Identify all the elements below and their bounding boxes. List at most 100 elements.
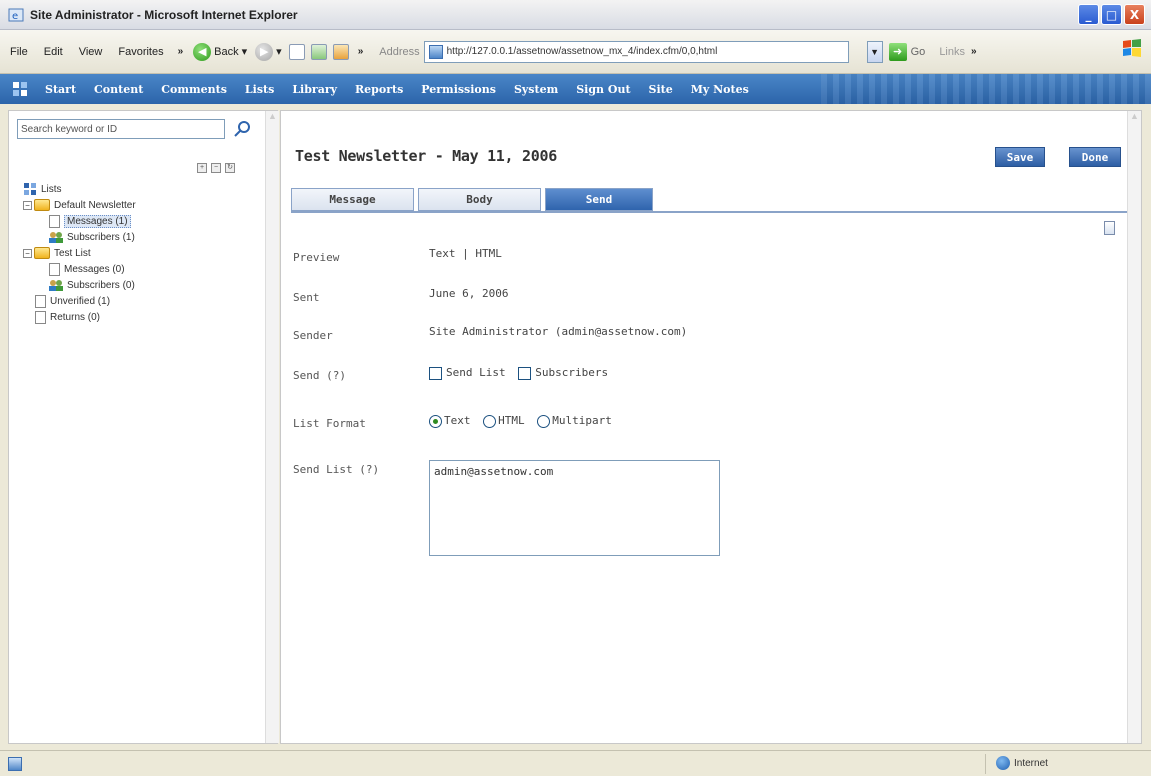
document-icon	[35, 294, 46, 308]
status-bar: Internet	[0, 750, 1151, 776]
forward-dropdown-icon[interactable]: ▾	[276, 45, 282, 58]
nav-reports[interactable]: Reports	[346, 83, 412, 96]
scroll-up-icon[interactable]: ▲	[1128, 111, 1141, 125]
address-field[interactable]: http://127.0.0.1/assetnow/assetnow_mx_4/…	[423, 40, 849, 63]
nav-system[interactable]: System	[505, 83, 567, 96]
sender-label: Sender	[293, 329, 333, 342]
preview-value[interactable]: Text | HTML	[429, 247, 502, 260]
zone-label: Internet	[1014, 757, 1048, 769]
search-input[interactable]	[17, 119, 225, 139]
minimize-button[interactable]: _	[1078, 4, 1099, 25]
tree-label: Subscribers (1)	[67, 231, 135, 243]
page-title: Test Newsletter - May 11, 2006	[295, 147, 557, 165]
nav-lists[interactable]: Lists	[236, 83, 283, 96]
expand-all-icon[interactable]: +	[197, 163, 207, 173]
send-list-checkbox[interactable]	[429, 366, 442, 380]
links-overflow-chevron-icon[interactable]: »	[965, 46, 983, 57]
format-text-radio[interactable]	[429, 414, 442, 428]
format-multipart-option[interactable]: Multipart	[537, 414, 612, 428]
document-icon	[49, 262, 60, 276]
users-icon	[49, 280, 63, 291]
tab-body[interactable]: Body	[418, 188, 541, 211]
format-multipart-radio[interactable]	[537, 414, 551, 428]
nav-pattern	[821, 74, 1151, 104]
assetnow-logo-icon	[13, 82, 27, 96]
tab-send[interactable]: Send	[545, 188, 653, 211]
subscribers-checkbox[interactable]	[518, 366, 532, 380]
collapse-icon[interactable]: −	[23, 200, 32, 210]
scroll-up-icon[interactable]: ▲	[266, 111, 279, 125]
lists-tree: Lists − Default Newsletter Messages (1) …	[23, 181, 136, 325]
nav-library[interactable]: Library	[283, 83, 346, 96]
refresh-icon[interactable]	[310, 43, 327, 60]
back-button[interactable]: ◀ Back ▾	[189, 42, 251, 61]
tree-item-unverified[interactable]: Unverified (1)	[23, 293, 136, 309]
format-html-label: HTML	[498, 414, 525, 427]
tree-label: Lists	[41, 183, 62, 195]
format-html-option[interactable]: HTML	[483, 414, 531, 428]
send-list-label: Send List (?)	[293, 463, 380, 476]
tree-item-messages[interactable]: Messages (1)	[23, 213, 136, 229]
tree-item-returns[interactable]: Returns (0)	[23, 309, 136, 325]
menu-file[interactable]: File	[0, 46, 36, 58]
toolbar-overflow-chevron-icon[interactable]: »	[352, 46, 370, 57]
format-html-radio[interactable]	[483, 414, 497, 428]
format-text-option[interactable]: Text	[429, 414, 477, 428]
collapse-all-icon[interactable]: −	[211, 163, 221, 173]
nav-site[interactable]: Site	[640, 83, 682, 96]
send-list-textarea[interactable]: admin@assetnow.com	[429, 460, 720, 556]
tree-label: Subscribers (0)	[67, 279, 135, 291]
tree-item-lists[interactable]: Lists	[23, 181, 136, 197]
tab-message[interactable]: Message	[291, 188, 414, 211]
maximize-button[interactable]: □	[1101, 4, 1122, 25]
svg-text:e: e	[12, 11, 18, 22]
send-list-option[interactable]: Send List	[429, 366, 512, 380]
sidebar: + − ↻ Lists − Default Newsletter Message…	[8, 110, 279, 744]
sent-value: June 6, 2006	[429, 287, 509, 300]
close-button[interactable]: X	[1124, 4, 1145, 25]
tree-label: Default Newsletter	[54, 199, 136, 211]
tab-divider	[291, 211, 1127, 213]
status-divider	[985, 754, 986, 774]
menu-edit[interactable]: Edit	[36, 46, 71, 58]
windows-logo-icon	[1123, 39, 1141, 57]
tree-item-test-list[interactable]: − Test List	[23, 245, 136, 261]
menu-overflow-chevron-icon[interactable]: »	[172, 46, 190, 57]
nav-my-notes[interactable]: My Notes	[682, 83, 758, 96]
go-arrow-icon: ➜	[888, 42, 907, 61]
address-dropdown-icon[interactable]: ▼	[866, 40, 883, 63]
sidebar-scrollbar[interactable]: ▲	[265, 111, 279, 743]
nav-start[interactable]: Start	[36, 83, 85, 96]
tree-item-default-newsletter[interactable]: − Default Newsletter	[23, 197, 136, 213]
refresh-tree-icon[interactable]: ↻	[225, 163, 235, 173]
save-button[interactable]: Save	[995, 147, 1045, 167]
nav-sign-out[interactable]: Sign Out	[567, 83, 639, 96]
stop-icon[interactable]	[288, 43, 305, 60]
collapse-icon[interactable]: −	[23, 248, 32, 258]
tree-label: Test List	[54, 247, 91, 259]
subscribers-option[interactable]: Subscribers	[518, 366, 608, 380]
menu-view[interactable]: View	[71, 46, 111, 58]
tree-item-subscribers[interactable]: Subscribers (0)	[23, 277, 136, 293]
tree-item-messages[interactable]: Messages (0)	[23, 261, 136, 277]
nav-permissions[interactable]: Permissions	[412, 83, 505, 96]
menu-favorites[interactable]: Favorites	[110, 46, 171, 58]
back-arrow-icon: ◀	[193, 42, 212, 61]
main-scrollbar[interactable]: ▲	[1127, 111, 1141, 743]
window-title: Site Administrator - Microsoft Internet …	[30, 7, 298, 22]
sender-value: Site Administrator (admin@assetnow.com)	[429, 325, 688, 338]
tree-item-subscribers[interactable]: Subscribers (1)	[23, 229, 136, 245]
home-icon[interactable]	[332, 43, 349, 60]
nav-comments[interactable]: Comments	[152, 83, 236, 96]
nav-content[interactable]: Content	[85, 83, 152, 96]
send-list-option-label: Send List	[446, 366, 506, 379]
back-dropdown-icon[interactable]: ▾	[242, 45, 248, 58]
tree-label: Unverified (1)	[50, 295, 111, 307]
forward-button[interactable]: ▶ ▾	[251, 42, 286, 61]
go-button[interactable]: ➜ Go	[883, 42, 932, 61]
done-button[interactable]: Done	[1069, 147, 1121, 167]
page-icon	[428, 44, 443, 59]
links-button[interactable]: Links	[931, 46, 965, 58]
document-icon[interactable]	[1104, 221, 1115, 235]
search-icon[interactable]	[231, 119, 253, 139]
